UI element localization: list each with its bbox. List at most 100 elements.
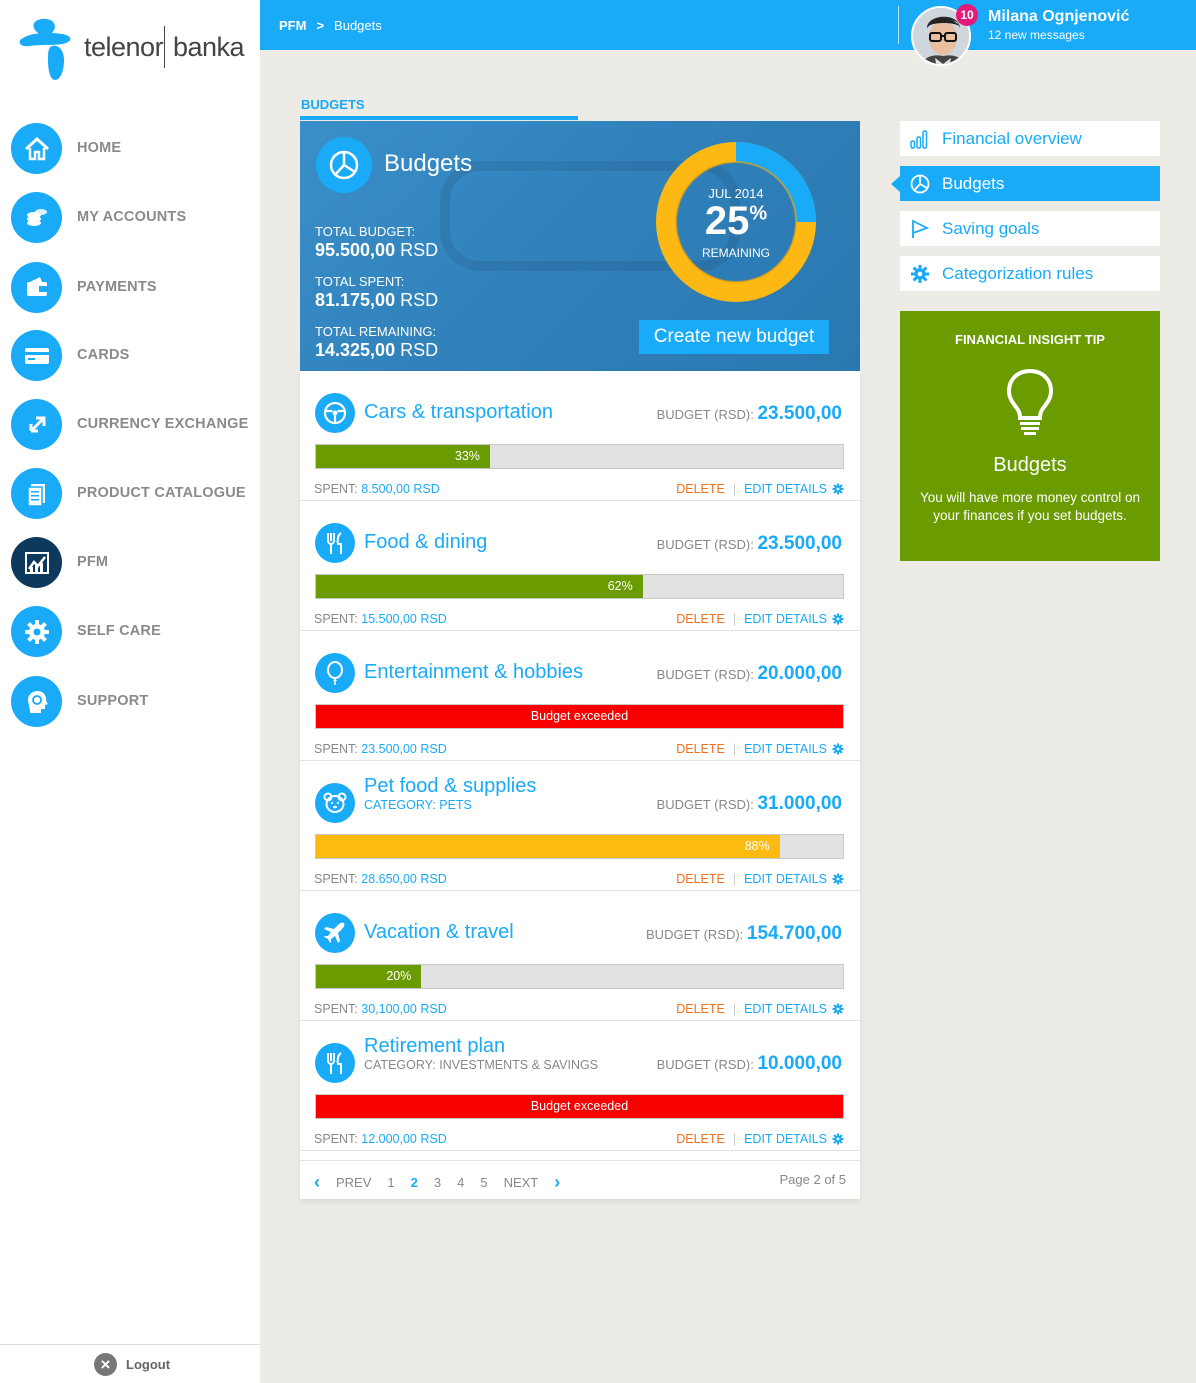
budget-actions: DELETE | EDIT DETAILS (676, 612, 844, 626)
delete-budget-button[interactable]: DELETE (676, 872, 725, 886)
page-info: Page 2 of 5 (779, 1172, 847, 1187)
budget-progress-bar: 33% (315, 444, 844, 469)
sidebar-item-self-care[interactable]: SELF CARE (0, 603, 260, 659)
gear-icon[interactable] (832, 873, 844, 885)
gear-icon[interactable] (832, 743, 844, 755)
menu-financial-overview[interactable]: Financial overview (900, 121, 1160, 156)
spent-label: SPENT: (314, 1132, 358, 1146)
chevron-right-icon[interactable]: › (554, 1172, 560, 1193)
budget-card: Food & dining BUDGET (RSD): 23.500,00 62% S… (300, 501, 860, 631)
sidebar-item-label: PAYMENTS (77, 279, 157, 295)
sidebar-item-cards[interactable]: CARDS (0, 327, 260, 383)
delete-budget-button[interactable]: DELETE (676, 482, 725, 496)
delete-budget-button[interactable]: DELETE (676, 742, 725, 756)
page-link-3[interactable]: 3 (434, 1175, 441, 1190)
sidebar-item-my-accounts[interactable]: MY ACCOUNTS (0, 189, 260, 245)
budget-value: 23.500,00 (757, 403, 842, 424)
page-link-1[interactable]: 1 (387, 1175, 394, 1190)
action-divider: | (732, 612, 737, 626)
budget-name[interactable]: Vacation & travel (364, 921, 514, 944)
currency-label: RSD (400, 240, 439, 260)
donut-percent-value: 25 (704, 199, 750, 243)
logo-separator (164, 26, 165, 68)
edit-details-button[interactable]: EDIT DETAILS (744, 1132, 827, 1146)
total-budget-stat: TOTAL BUDGET: 95.500,00 RSD (315, 224, 438, 261)
logout-label: Logout (126, 1357, 171, 1372)
sidebar-item-product-catalogue[interactable]: PRODUCT CATALOGUE (0, 465, 260, 521)
telenor-logo-icon (19, 18, 71, 80)
budget-name[interactable]: Retirement plan (364, 1035, 505, 1058)
budget-name[interactable]: Cars & transportation (364, 401, 553, 424)
pie-chart-icon (316, 137, 372, 193)
breadcrumb: PFM > Budgets (279, 18, 382, 33)
page-link-5[interactable]: 5 (480, 1175, 487, 1190)
budget-amount: BUDGET (RSD): 23.500,00 (657, 533, 842, 555)
delete-budget-button[interactable]: DELETE (676, 1132, 725, 1146)
close-icon: × (94, 1353, 117, 1376)
next-page-button[interactable]: NEXT (504, 1175, 539, 1190)
gear-icon[interactable] (832, 1133, 844, 1145)
sidebar-item-payments[interactable]: PAYMENTS (0, 259, 260, 315)
budget-actions: DELETE | EDIT DETAILS (676, 482, 844, 496)
sidebar-item-home[interactable]: HOME (0, 120, 260, 176)
chevron-left-icon[interactable]: ‹ (314, 1172, 320, 1193)
edit-details-button[interactable]: EDIT DETAILS (744, 742, 827, 756)
pie-chart-icon (910, 174, 930, 194)
budget-category: CATEGORY: INVESTMENTS & SAVINGS (364, 1058, 599, 1072)
progress-fill: Budget exceeded (316, 705, 843, 728)
edit-details-button[interactable]: EDIT DETAILS (744, 872, 827, 886)
sidebar-item-pfm[interactable]: PFM (0, 534, 260, 590)
menu-saving-goals[interactable]: Saving goals (900, 211, 1160, 246)
create-new-budget-button[interactable]: Create new budget (639, 320, 829, 354)
gear-icon[interactable] (832, 483, 844, 495)
telenor-banka-logo[interactable]: telenor banka (18, 18, 248, 82)
budget-category: CATEGORY: PETS (364, 798, 472, 812)
spent-value: 15.500,00 RSD (361, 612, 447, 626)
total-remaining-label: TOTAL REMAINING: (315, 324, 437, 339)
wallet-icon (11, 262, 62, 313)
message-count-badge[interactable]: 10 (956, 4, 978, 26)
budget-name[interactable]: Pet food & supplies (364, 775, 536, 798)
budget-name[interactable]: Food & dining (364, 531, 487, 554)
budget-label: BUDGET (RSD): (656, 407, 754, 422)
messages-link[interactable]: 12 new messages (988, 28, 1085, 42)
page-link-4[interactable]: 4 (457, 1175, 464, 1190)
page-link-2[interactable]: 2 (411, 1175, 418, 1190)
sidebar-item-label: MY ACCOUNTS (77, 209, 187, 225)
pet-icon (315, 783, 355, 823)
sidebar-item-label: CARDS (77, 347, 130, 363)
menu-categorization-rules[interactable]: Categorization rules (900, 256, 1160, 291)
budget-actions: DELETE | EDIT DETAILS (676, 742, 844, 756)
flag-icon (912, 220, 930, 238)
total-spent-value: 81.175,00 (315, 290, 396, 310)
delete-budget-button[interactable]: DELETE (676, 1002, 725, 1016)
logout-button[interactable]: × Logout (0, 1344, 260, 1383)
sidebar-item-currency-exchange[interactable]: CURRENCY EXCHANGE (0, 396, 260, 452)
gear-icon[interactable] (832, 613, 844, 625)
sidebar-item-label: HOME (77, 140, 122, 156)
sidebar-item-support[interactable]: SUPPORT (0, 673, 260, 729)
prev-page-button[interactable]: PREV (336, 1175, 371, 1190)
gear-icon[interactable] (832, 1003, 844, 1015)
tip-heading: FINANCIAL INSIGHT TIP (955, 332, 1105, 347)
edit-details-button[interactable]: EDIT DETAILS (744, 1002, 827, 1016)
spent-label: SPENT: (314, 742, 358, 756)
budget-label: BUDGET (RSD): (656, 797, 754, 812)
budget-value: 23.500,00 (757, 533, 842, 554)
menu-budgets[interactable]: Budgets (891, 166, 1160, 201)
budget-spent: SPENT: 30,100,00 RSD (314, 1002, 447, 1016)
action-divider: | (732, 872, 737, 886)
delete-budget-button[interactable]: DELETE (676, 612, 725, 626)
budget-amount: BUDGET (RSD): 154.700,00 (646, 923, 842, 945)
user-name[interactable]: Milana Ognjenović (988, 8, 1129, 26)
menu-label: Categorization rules (942, 264, 1094, 283)
budgets-summary-panel: Budgets TOTAL BUDGET: 95.500,00 RSD TOTA… (300, 121, 860, 371)
section-title: BUDGETS (301, 97, 365, 112)
total-spent-label: TOTAL SPENT: (315, 274, 405, 289)
edit-details-button[interactable]: EDIT DETAILS (744, 482, 827, 496)
budget-name[interactable]: Entertainment & hobbies (364, 661, 583, 684)
spent-value: 30,100,00 RSD (361, 1002, 447, 1016)
breadcrumb-pfm[interactable]: PFM (279, 18, 306, 33)
budget-label: BUDGET (RSD): (656, 667, 754, 682)
edit-details-button[interactable]: EDIT DETAILS (744, 612, 827, 626)
